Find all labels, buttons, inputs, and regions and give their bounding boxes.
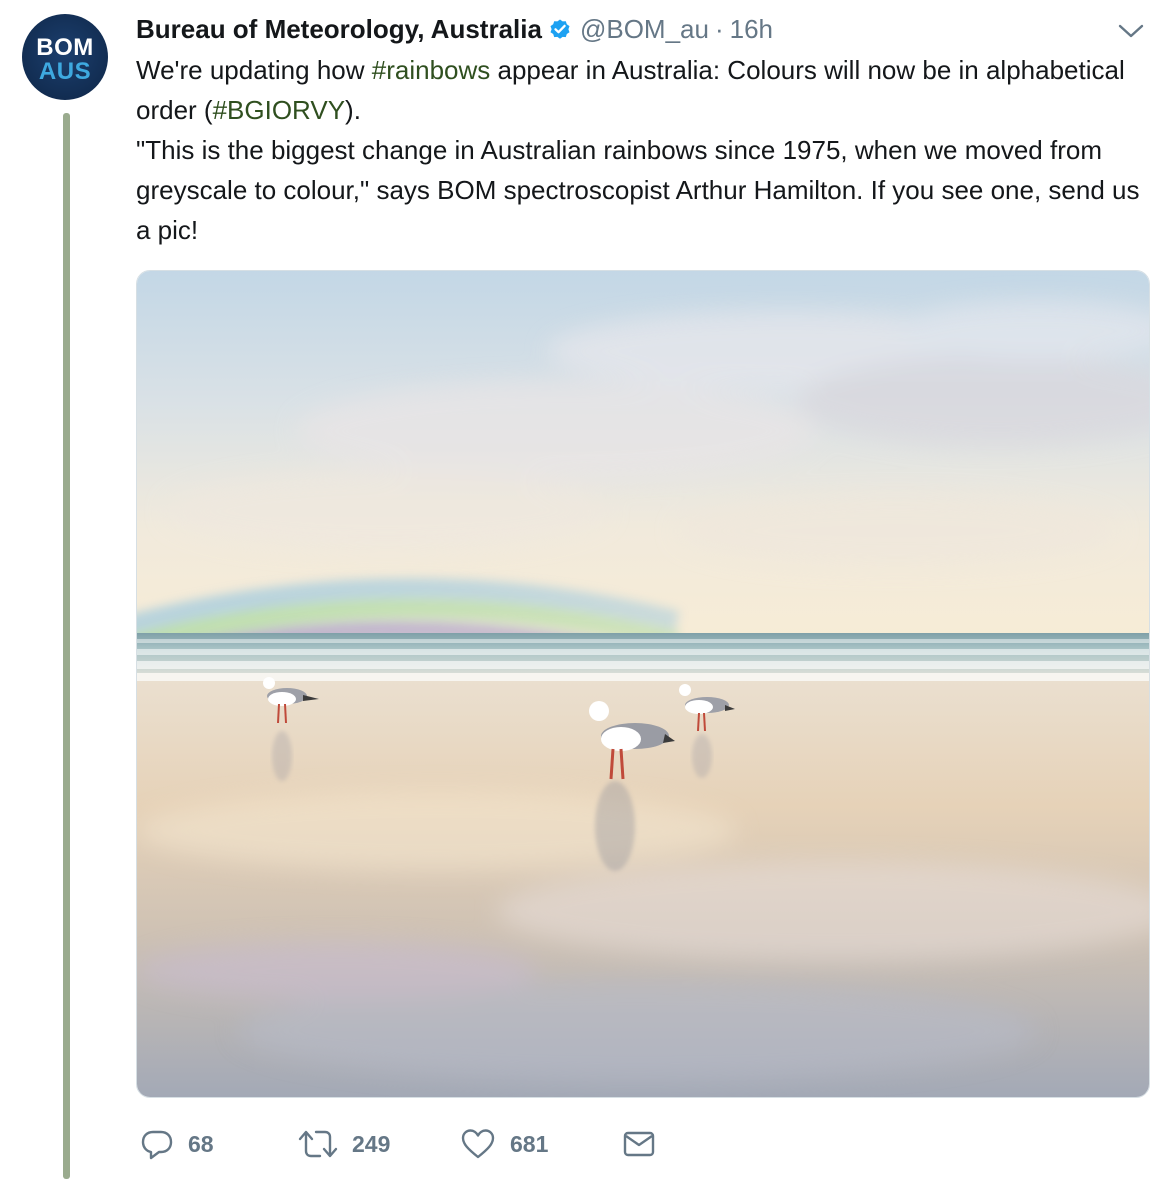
hashtag-rainbows[interactable]: #rainbows [372,55,491,85]
tweet-text-part: We're updating how [136,55,372,85]
account-handle[interactable]: @BOM_au [580,14,709,45]
tweet-text: We're updating how #rainbows appear in A… [136,50,1146,250]
like-button[interactable]: 681 [460,1124,548,1164]
tweet-paragraph-1: We're updating how #rainbows appear in A… [136,50,1146,130]
avatar[interactable]: BOM AUS [22,14,108,100]
envelope-icon [622,1127,656,1161]
like-count: 681 [510,1130,549,1157]
beach-rainbow-photo [137,271,1149,1097]
reply-icon [140,1127,174,1161]
verified-badge-icon [548,17,572,41]
separator: · [714,13,724,44]
retweet-button[interactable]: 249 [298,1124,390,1164]
avatar-text-bom: BOM [36,34,94,61]
timestamp[interactable]: 16h [730,14,773,45]
thread-line [63,113,70,1179]
heart-icon [460,1127,496,1161]
retweet-icon [298,1127,338,1161]
account-name[interactable]: Bureau of Meteorology, Australia [136,14,542,45]
tweet-header: Bureau of Meteorology, Australia @BOM_au… [136,12,773,46]
reply-count: 68 [188,1130,214,1157]
tweet-photo[interactable] [136,270,1150,1098]
tweet[interactable]: BOM AUS Bureau of Meteorology, Australia… [0,0,1164,1180]
direct-message-button[interactable] [622,1124,656,1164]
tweet-paragraph-2: "This is the biggest change in Australia… [136,135,1140,245]
chevron-down-icon[interactable] [1118,20,1144,42]
tweet-actions: 68 249 681 [140,1124,740,1164]
tweet-text-part: ). [345,95,361,125]
reply-button[interactable]: 68 [140,1124,214,1164]
retweet-count: 249 [352,1130,391,1157]
avatar-text-aus: AUS [38,58,92,85]
hashtag-bgiorvy[interactable]: #BGIORVY [213,95,345,125]
